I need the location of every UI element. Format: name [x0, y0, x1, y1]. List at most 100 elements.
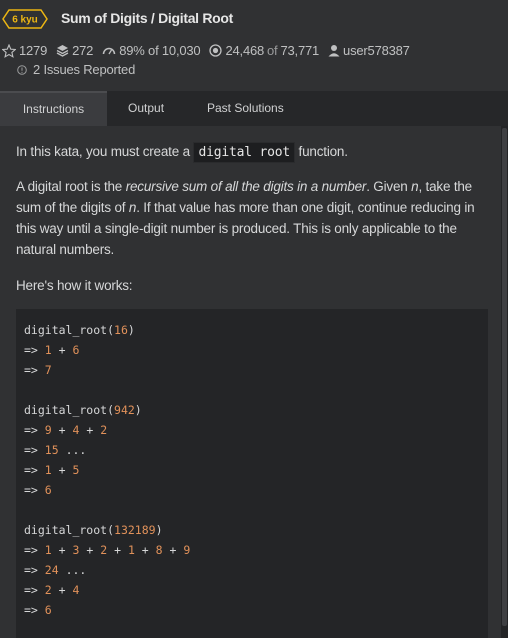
tab-output[interactable]: Output	[128, 91, 164, 126]
intro-paragraph: In this kata, you must create a digital …	[16, 141, 348, 163]
code-token: ...	[58, 443, 87, 457]
code-token: digital_root(	[24, 403, 115, 417]
code-number: 24	[44, 563, 59, 577]
author-stat[interactable]: user578387	[328, 43, 410, 58]
author-name: user578387	[343, 43, 410, 58]
code-line: digital_root(16)	[24, 323, 135, 337]
how-it-works-heading: Here's how it works:	[16, 278, 133, 293]
code-number: 5	[72, 463, 80, 477]
votes-count: 272	[72, 43, 94, 58]
code-token: +	[79, 423, 101, 437]
code-token: +	[79, 543, 101, 557]
code-number: 9	[183, 543, 191, 557]
rank-badge: 6 kyu	[2, 9, 48, 29]
info-icon	[17, 64, 27, 75]
code-token: +	[134, 543, 156, 557]
code-token: +	[51, 543, 73, 557]
code-token: =>	[24, 463, 45, 477]
satisfaction-value: 89% of 10,030	[119, 43, 201, 58]
code-token: =>	[24, 363, 45, 377]
code-number: 8	[155, 543, 163, 557]
layers-icon	[56, 45, 69, 57]
intro-text: In this kata, you must create a	[16, 144, 190, 159]
code-line: => 24 ...	[24, 563, 86, 577]
code-number: 1	[127, 543, 135, 557]
code-token: ...	[58, 563, 87, 577]
code-token: =>	[24, 343, 45, 357]
code-token: +	[51, 343, 73, 357]
code-token: +	[51, 423, 73, 437]
code-number: 7	[44, 363, 52, 377]
code-token: +	[51, 463, 73, 477]
inline-code-digital-root: digital root	[193, 142, 295, 163]
code-token: =>	[24, 563, 45, 577]
definition-text: . If that value has more than one digit,…	[136, 200, 475, 215]
issues-link[interactable]: 2 Issues Reported	[17, 62, 135, 77]
code-line: => 6	[24, 603, 52, 617]
code-number: 1	[44, 463, 52, 477]
code-token: digital_root(	[24, 523, 115, 537]
target-icon	[209, 44, 223, 57]
code-line: => 1 + 6	[24, 343, 79, 357]
code-number: 1	[44, 343, 52, 357]
definition-text: . Given	[366, 179, 408, 194]
code-number: 2	[44, 583, 52, 597]
satisfaction-stat: 89% of 10,030	[102, 43, 201, 58]
code-line: => 15 ...	[24, 443, 86, 457]
kata-title[interactable]: Sum of Digits / Digital Root	[61, 10, 233, 26]
code-token: )	[127, 323, 135, 337]
code-number: 6	[44, 483, 52, 497]
star-icon	[2, 43, 16, 58]
tab-bar: Instructions Output Past Solutions	[0, 91, 508, 126]
code-token: =>	[24, 483, 45, 497]
issues-label: 2 Issues Reported	[33, 62, 136, 77]
code-line: digital_root(942)	[24, 403, 142, 417]
code-token: +	[51, 583, 73, 597]
definition-paragraph: A digital root is the recursive sum of a…	[16, 176, 475, 260]
kata-header: 6 kyu Sum of Digits / Digital Root 1279 …	[0, 0, 508, 90]
completed-count: 24,468	[225, 43, 265, 58]
code-number: 132189	[114, 523, 156, 537]
code-token: )	[134, 403, 142, 417]
code-token: digital_root(	[24, 323, 115, 337]
code-line: => 1 + 5	[24, 463, 79, 477]
rank-label: 6 kyu	[12, 15, 38, 26]
warriors-count: 73,771	[280, 43, 320, 58]
kata-stats: 1279 272 89% of 10,030 24,468 of 73,771 …	[2, 43, 419, 58]
code-number: 16	[114, 323, 128, 337]
code-token: =>	[24, 543, 45, 557]
code-number: 942	[114, 403, 135, 417]
definition-emphasis: recursive sum of all the digits in a num…	[125, 179, 367, 194]
code-number: 6	[72, 343, 80, 357]
code-line: => 2 + 4	[24, 583, 79, 597]
code-token: =>	[24, 423, 45, 437]
intro-text-end: function.	[298, 144, 348, 159]
votes-stat: 272	[56, 43, 93, 58]
tab-instructions[interactable]: Instructions	[0, 91, 107, 126]
gauge-icon	[102, 47, 116, 54]
stars-count: 1279	[19, 43, 48, 58]
code-number: 15	[44, 443, 59, 457]
code-number: 9	[44, 423, 52, 437]
user-icon	[328, 45, 340, 57]
tab-past-solutions[interactable]: Past Solutions	[207, 91, 284, 126]
completed-stat: 24,468 of 73,771	[209, 43, 319, 58]
code-line: => 6	[24, 483, 52, 497]
code-line: => 1 + 3 + 2 + 1 + 8 + 9	[24, 543, 190, 557]
definition-text: sum of the digits of	[16, 200, 126, 215]
definition-text: A digital root is the	[16, 179, 123, 194]
definition-text: this way until a single-digit number is …	[16, 221, 457, 236]
code-example-block	[16, 309, 488, 638]
code-token: +	[162, 543, 184, 557]
code-token: =>	[24, 443, 45, 457]
definition-text: natural numbers.	[16, 242, 115, 257]
code-number: 4	[72, 583, 80, 597]
code-number: 1	[44, 543, 52, 557]
code-number: 2	[100, 423, 108, 437]
scrollbar-thumb[interactable]	[502, 128, 507, 626]
completed-of-label: of	[267, 43, 278, 58]
code-line: => 9 + 4 + 2	[24, 423, 107, 437]
code-token: =>	[24, 583, 45, 597]
stars-stat[interactable]: 1279	[2, 43, 47, 58]
code-token: +	[107, 543, 128, 557]
